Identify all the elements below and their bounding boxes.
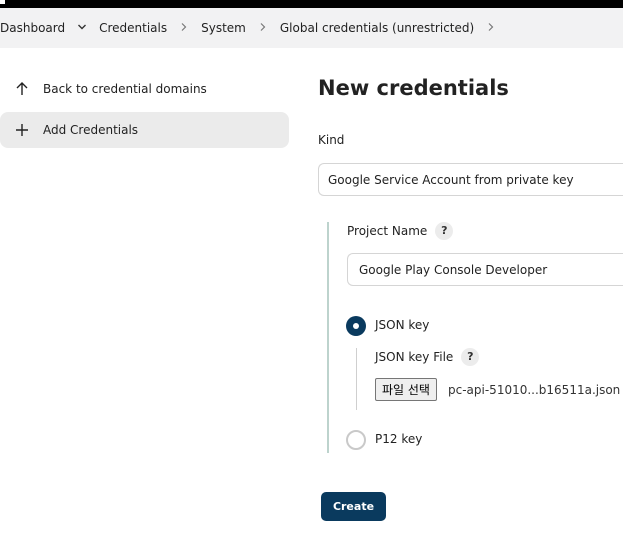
json-key-file-label: JSON key File xyxy=(375,350,454,364)
json-key-label: JSON key xyxy=(375,318,430,332)
chevron-right-icon xyxy=(167,21,201,35)
sidebar-item-back-to-domains[interactable]: Back to credential domains xyxy=(0,71,289,107)
breadcrumb-dashboard[interactable]: Dashboard xyxy=(0,21,65,35)
plus-icon xyxy=(0,122,43,138)
p12-key-radio[interactable] xyxy=(346,430,366,450)
breadcrumb: Dashboard Credentials System Global cred… xyxy=(0,8,623,48)
arrow-up-icon xyxy=(0,81,43,97)
chevron-right-icon[interactable] xyxy=(474,21,508,35)
page-title: New credentials xyxy=(318,76,509,100)
section-divider xyxy=(327,222,329,453)
help-icon[interactable]: ? xyxy=(461,348,480,366)
kind-label: Kind xyxy=(318,133,345,147)
chevron-right-icon xyxy=(246,21,280,35)
sidebar-item-label: Add Credentials xyxy=(43,123,139,137)
project-name-value: Google Play Console Developer xyxy=(359,262,548,277)
top-header-bar xyxy=(0,0,623,8)
project-name-input[interactable]: Google Play Console Developer xyxy=(347,253,623,286)
sidebar-item-label: Back to credential domains xyxy=(43,82,207,96)
breadcrumb-system[interactable]: System xyxy=(201,21,246,35)
breadcrumb-global-credentials[interactable]: Global credentials (unrestricted) xyxy=(280,21,474,35)
jenkins-logo-icon[interactable] xyxy=(0,0,5,4)
project-name-label-row: Project Name ? xyxy=(347,222,454,240)
p12-key-label: P12 key xyxy=(375,432,423,446)
kind-select[interactable]: Google Service Account from private key xyxy=(318,163,623,196)
project-name-label: Project Name xyxy=(347,224,428,238)
chevron-down-icon[interactable] xyxy=(65,21,99,35)
kind-select-value: Google Service Account from private key xyxy=(328,172,574,187)
json-key-radio[interactable] xyxy=(346,316,366,336)
selected-file-name: pc-api-51010...b16511a.json xyxy=(448,383,621,397)
create-button[interactable]: Create xyxy=(321,492,386,521)
breadcrumb-credentials[interactable]: Credentials xyxy=(99,21,167,35)
help-icon[interactable]: ? xyxy=(435,222,454,240)
json-key-section-line xyxy=(356,348,357,410)
sidebar-item-add-credentials[interactable]: Add Credentials xyxy=(0,112,289,148)
json-key-file-label-row: JSON key File ? xyxy=(375,348,480,366)
choose-file-button[interactable]: 파일 선택 xyxy=(375,378,437,401)
